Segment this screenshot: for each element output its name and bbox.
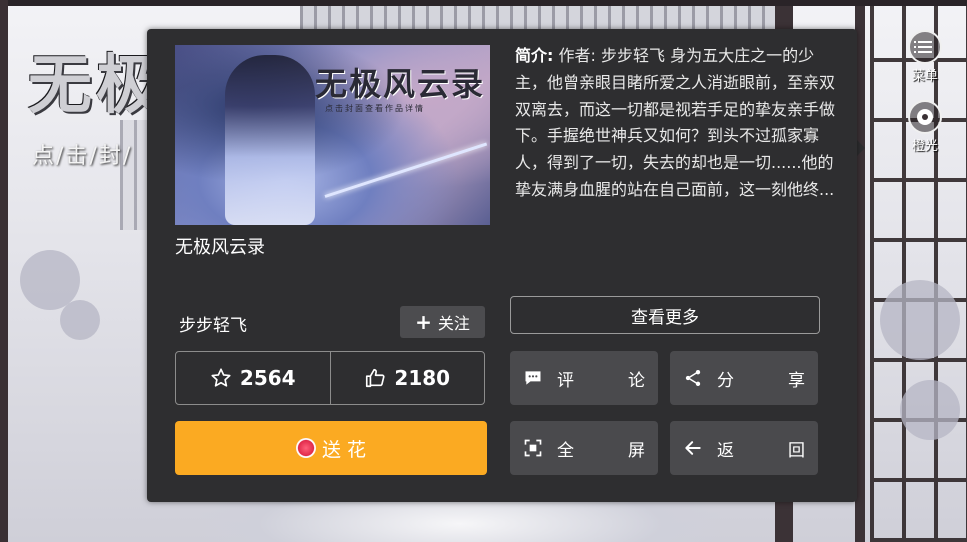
film-reel-icon xyxy=(908,100,942,134)
thumbs-up-icon xyxy=(366,368,385,388)
share-label-2: 享 xyxy=(788,370,805,391)
send-flower-label: 送 花 xyxy=(321,438,367,461)
menu-label: 菜单 xyxy=(911,69,938,84)
synopsis: 简介: 作者: 步步轻飞 身为五大庄之一的少主，他曾亲眼目睹所爱之人消逝眼前，至… xyxy=(515,43,837,204)
plus-icon: + xyxy=(415,310,432,334)
comment-label-1: 评 xyxy=(557,370,574,391)
synopsis-label: 简介: xyxy=(515,46,554,65)
arrow-left-icon xyxy=(685,441,701,455)
frame-top xyxy=(0,0,967,6)
fullscreen-label-1: 全 xyxy=(557,440,574,461)
blossom xyxy=(900,380,960,440)
cover-character xyxy=(225,55,315,225)
like-button[interactable]: 2180 xyxy=(329,352,485,404)
comment-icon xyxy=(525,371,541,385)
blossom xyxy=(60,300,100,340)
cover-sword xyxy=(324,142,488,198)
menu-icon xyxy=(908,30,942,64)
menu-button[interactable]: 菜单 xyxy=(904,30,946,92)
view-more-button[interactable]: 查看更多 xyxy=(510,296,820,334)
stats-bar: 2564 2180 xyxy=(175,351,485,405)
flower-icon xyxy=(295,438,316,458)
cover-subtitle: 点击封面查看作品详情 xyxy=(325,104,425,113)
share-icon xyxy=(685,370,701,386)
back-label-2: 回 xyxy=(788,440,805,461)
gallery-button[interactable]: 橙光 xyxy=(904,100,946,162)
back-label-1: 返 xyxy=(717,440,734,461)
like-count: 2180 xyxy=(394,366,451,390)
send-flower-button[interactable]: 送 花 xyxy=(175,421,487,475)
favorite-count: 2564 xyxy=(239,366,296,390)
author-name[interactable]: 步步轻飞 xyxy=(179,311,247,336)
background-title-art: 无极 xyxy=(28,48,164,123)
share-label-1: 分 xyxy=(717,370,734,391)
comment-label-2: 论 xyxy=(628,370,645,391)
star-icon xyxy=(211,368,231,387)
frame-left xyxy=(0,0,8,542)
book-title: 无极风云录 xyxy=(175,237,265,258)
background-hint: 点/击/封/ xyxy=(32,144,133,169)
favorite-button[interactable]: 2564 xyxy=(176,352,330,404)
fullscreen-icon xyxy=(524,439,542,457)
share-button[interactable]: 分享 xyxy=(670,351,818,405)
back-button[interactable]: 返回 xyxy=(670,421,818,475)
cover-title: 无极风云录 xyxy=(315,65,486,103)
fullscreen-button[interactable]: 全屏 xyxy=(510,421,658,475)
synopsis-text: 作者: 步步轻飞 身为五大庄之一的少主，他曾亲眼目睹所爱之人消逝眼前，至亲双双离… xyxy=(515,46,836,199)
book-cover[interactable]: 无极风云录 点击封面查看作品详情 xyxy=(175,45,490,225)
fullscreen-label-2: 屏 xyxy=(628,440,645,461)
book-info-panel: 无极风云录 点击封面查看作品详情 无极风云录 简介: 作者: 步步轻飞 身为五大… xyxy=(147,29,857,502)
follow-button[interactable]: + 关注 xyxy=(400,306,485,338)
comment-button[interactable]: 评论 xyxy=(510,351,658,405)
panel-pointer xyxy=(856,139,865,157)
gallery-label: 橙光 xyxy=(911,139,938,154)
follow-label: 关注 xyxy=(437,314,470,333)
blossom xyxy=(880,280,960,360)
